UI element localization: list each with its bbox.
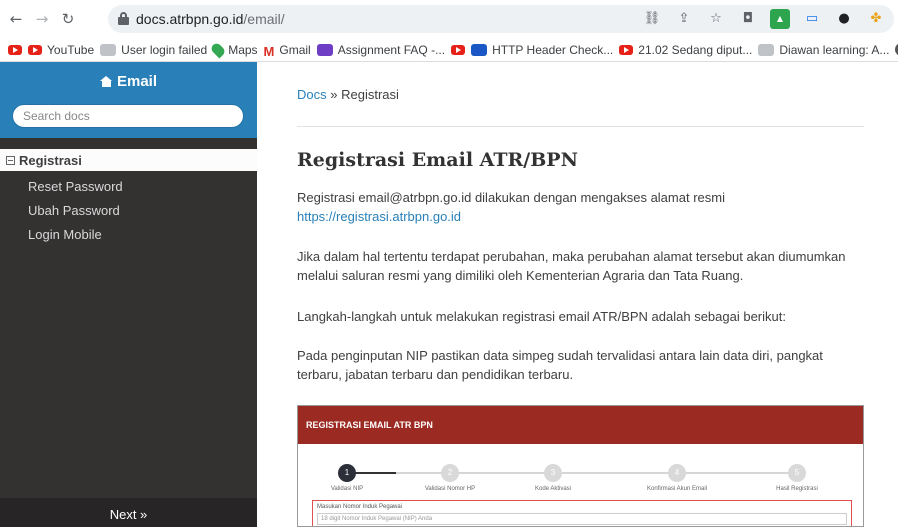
nip-field-placeholder: 18 digit Nomor Induk Pegawai (NIP) Anda xyxy=(317,513,847,525)
sidebar-item-registrasi[interactable]: Registrasi xyxy=(0,149,257,171)
bookmark-sedang-diput[interactable]: 21.02 Sedang diput... xyxy=(619,43,752,57)
screenshot-header: REGISTRASI EMAIL ATR BPN xyxy=(298,406,863,444)
sidebar-item-ubah-password[interactable]: Ubah Password xyxy=(28,203,120,218)
step-3-circle: 3 xyxy=(544,464,562,482)
registration-screenshot-image: REGISTRASI EMAIL ATR BPN 1 2 3 4 5 Valid… xyxy=(297,405,864,527)
bookmark-diawan[interactable]: Diawan learning: A... xyxy=(758,43,889,57)
home-icon xyxy=(99,76,113,87)
url-host: docs.atrbpn.go.id xyxy=(136,11,244,27)
cast-icon[interactable]: ▭ xyxy=(802,9,822,29)
bookmark-maps[interactable]: Maps xyxy=(209,41,258,58)
bookmark-label: HTTP Header Check... xyxy=(492,42,614,57)
intro-text: Registrasi email@atrbpn.go.id dilakukan … xyxy=(297,190,725,205)
sidebar-item-label: Registrasi xyxy=(19,153,82,168)
bookmark-label: Gmail xyxy=(279,42,311,57)
site-title: Email xyxy=(116,73,158,90)
tool-icon xyxy=(471,43,488,56)
extension-beta-icon[interactable]: ▲ xyxy=(770,9,790,29)
sidebar-header: Email Search docs xyxy=(0,62,257,138)
bookmark-label: Maps xyxy=(228,42,258,57)
collapse-toggle-icon[interactable] xyxy=(6,156,15,165)
docs-sidebar: Email Search docs Registrasi Reset Passw… xyxy=(0,62,257,527)
divider xyxy=(297,126,864,127)
change-notice-paragraph: Jika dalam hal tertentu terdapat perubah… xyxy=(297,249,846,283)
bookmark-label: YouTube xyxy=(47,42,95,57)
nip-form-box: Masukan Nomor Induk Pegawai 18 digit Nom… xyxy=(312,500,852,526)
bookmark-star-icon[interactable]: ☆ xyxy=(706,9,726,29)
colorful-extension-icon[interactable]: ✤ xyxy=(866,9,886,29)
bookmark-label: 21.02 Sedang diput... xyxy=(638,42,753,57)
nip-note-paragraph: Pada penginputan NIP pastikan data simpe… xyxy=(297,348,823,382)
bookmark-label: Diawan learning: A... xyxy=(779,42,890,57)
url-path: /email/ xyxy=(243,11,285,27)
breadcrumb-separator: » xyxy=(326,87,342,102)
forward-arrow-icon[interactable]: → xyxy=(32,9,52,29)
page-icon xyxy=(758,43,775,56)
address-bar[interactable]: docs.atrbpn.go.id/email/ ⛓ ⇪ ☆ ◘ ▲ ▭ ● ✤ xyxy=(108,5,894,33)
main-content: Docs » Registrasi Registrasi Email ATR/B… xyxy=(257,62,898,527)
progress-track xyxy=(346,472,806,474)
sidebar-spacer xyxy=(0,138,257,149)
back-arrow-icon[interactable]: ← xyxy=(6,9,26,29)
app-icon xyxy=(316,43,333,56)
bookmark-label: User login failed xyxy=(121,42,208,57)
step-4-label: Konfirmasi Akun Email xyxy=(646,486,708,492)
step-4-circle: 4 xyxy=(668,464,686,482)
bookmark-label: Assignment FAQ -... xyxy=(337,42,446,57)
step-2-label: Validasi Nomor HP xyxy=(424,486,476,492)
url-text: docs.atrbpn.go.id/email/ xyxy=(136,11,285,27)
bookmark-youtube-2[interactable] xyxy=(451,44,466,55)
youtube-icon xyxy=(451,44,466,55)
gmail-icon: M xyxy=(263,43,275,59)
youtube-icon xyxy=(28,44,42,55)
registration-link[interactable]: https://registrasi.atrbpn.go.id xyxy=(297,209,461,224)
camera-icon[interactable]: ◘ xyxy=(738,9,758,29)
youtube-icon xyxy=(619,44,634,55)
maps-icon xyxy=(209,41,227,58)
bookmark-http-header[interactable]: HTTP Header Check... xyxy=(471,43,613,57)
bookmark-gmail[interactable]: M Gmail xyxy=(263,42,311,59)
bookmark-youtube[interactable]: YouTube xyxy=(28,43,94,57)
sidebar-item-login-mobile[interactable]: Login Mobile xyxy=(28,227,102,242)
page-icon xyxy=(100,43,117,56)
step-5-label: Hasil Registrasi xyxy=(776,486,818,492)
intro-paragraph: Registrasi email@atrbpn.go.id dilakukan … xyxy=(297,188,867,226)
page-title: Registrasi Email ATR/BPN xyxy=(297,149,578,171)
translate-icon[interactable]: ⛓ xyxy=(642,9,662,29)
next-page-button[interactable]: Next » xyxy=(0,498,257,527)
bookmarks-bar: YouTube User login failed Maps M Gmail As… xyxy=(0,38,898,62)
browser-toolbar: ← → ↻ docs.atrbpn.go.id/email/ ⛓ ⇪ ☆ ◘ ▲… xyxy=(0,0,898,38)
reload-icon[interactable]: ↻ xyxy=(58,9,78,29)
lock-icon xyxy=(118,12,129,25)
step-1-circle: 1 xyxy=(338,464,356,482)
bookmark-assignment-faq[interactable]: Assignment FAQ -... xyxy=(316,42,446,57)
step-1-label: Validasi NIP xyxy=(330,486,364,492)
nip-field-label: Masukan Nomor Induk Pegawai xyxy=(317,504,403,510)
steps-intro-paragraph: Langkah-langkah untuk melakukan registra… xyxy=(297,309,786,324)
sidebar-item-reset-password[interactable]: Reset Password xyxy=(28,179,123,194)
extension-icon[interactable]: ● xyxy=(834,9,854,29)
step-2-circle: 2 xyxy=(441,464,459,482)
bookmark-user-login-failed[interactable]: User login failed xyxy=(100,43,207,57)
site-title-link[interactable]: Email xyxy=(0,73,257,90)
step-3-label: Kode Aktivasi xyxy=(534,486,572,492)
search-docs-input[interactable]: Search docs xyxy=(12,104,244,128)
breadcrumb-docs-link[interactable]: Docs xyxy=(297,87,327,102)
breadcrumb: Docs » Registrasi xyxy=(297,87,399,102)
youtube-icon xyxy=(8,44,22,55)
breadcrumb-current: Registrasi xyxy=(341,87,399,102)
bookmark-youtube-icon-only[interactable] xyxy=(8,44,22,55)
share-icon[interactable]: ⇪ xyxy=(674,9,694,29)
step-5-circle: 5 xyxy=(788,464,806,482)
